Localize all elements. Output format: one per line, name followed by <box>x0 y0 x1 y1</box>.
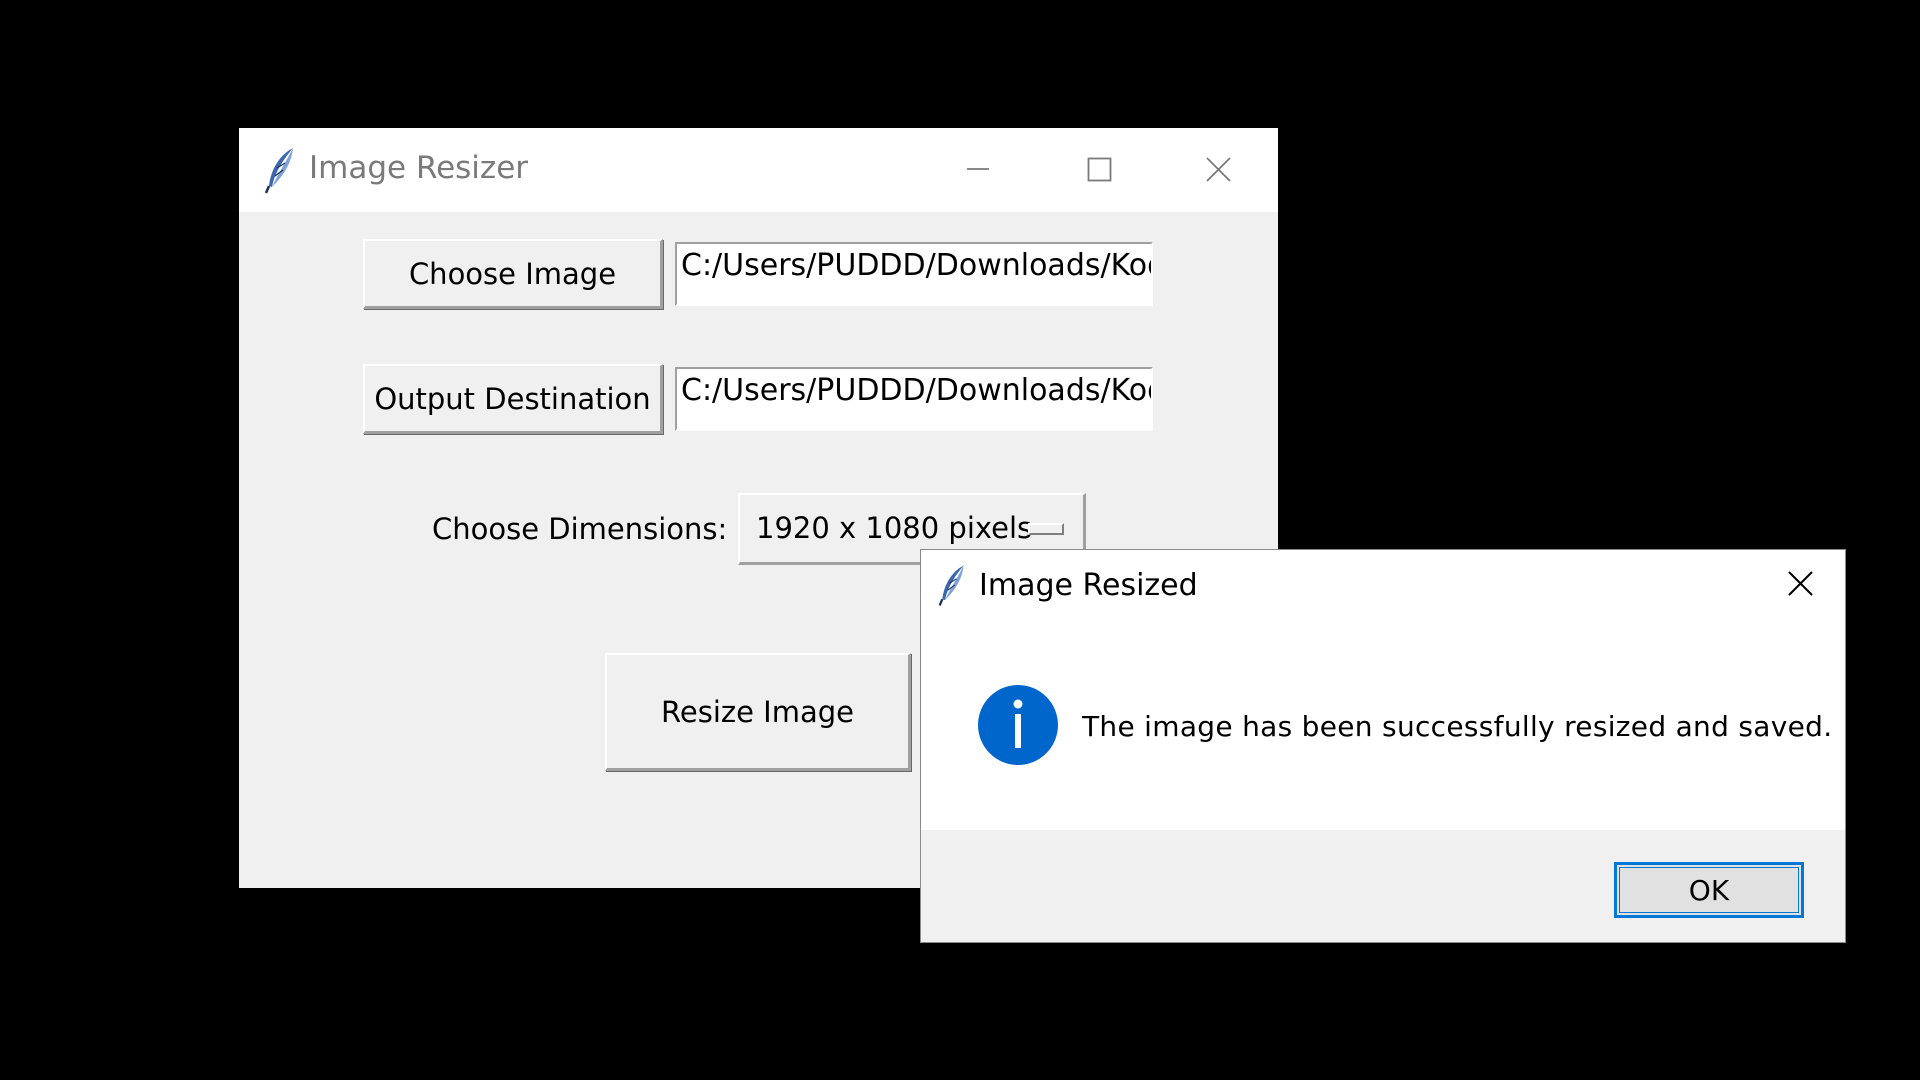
dialog-close-button[interactable] <box>1755 550 1845 620</box>
main-titlebar[interactable]: Image Resizer <box>239 128 1278 212</box>
maximize-icon <box>1087 157 1112 182</box>
image-path-entry[interactable]: C:/Users/PUDDD/Downloads/Kodi <box>675 242 1153 306</box>
close-button[interactable] <box>1168 128 1268 212</box>
resize-image-button[interactable]: Resize Image <box>605 653 911 771</box>
dropdown-indicator-icon <box>1028 523 1064 535</box>
ok-button-label: OK <box>1688 873 1730 907</box>
output-destination-button[interactable]: Output Destination <box>363 364 663 434</box>
dialog-message: The image has been successfully resized … <box>1082 710 1833 743</box>
dialog-content-area: Image Resized The image has been success… <box>921 550 1845 830</box>
minimize-icon <box>967 168 989 170</box>
minimize-button[interactable] <box>928 128 1028 212</box>
output-path-entry[interactable]: C:/Users/PUDDD/Downloads/Kodi <box>675 367 1153 431</box>
info-icon <box>978 685 1058 765</box>
dimensions-label: Choose Dimensions: <box>432 512 728 546</box>
desktop-background: Image Resizer Choose Image C:/Users/PUDD… <box>0 0 1920 1080</box>
maximize-button[interactable] <box>1049 128 1149 212</box>
tk-feather-icon <box>264 148 293 194</box>
ok-button[interactable]: OK <box>1614 862 1804 918</box>
image-resized-dialog: Image Resized The image has been success… <box>920 549 1846 943</box>
tk-feather-icon <box>938 565 964 606</box>
window-title: Image Resizer <box>309 150 529 186</box>
choose-image-button[interactable]: Choose Image <box>363 239 663 309</box>
close-icon <box>1206 157 1231 182</box>
dialog-title: Image Resized <box>979 568 1198 603</box>
close-icon <box>1788 571 1813 596</box>
dimensions-selected-value: 1920 x 1080 pixels <box>756 511 1033 545</box>
